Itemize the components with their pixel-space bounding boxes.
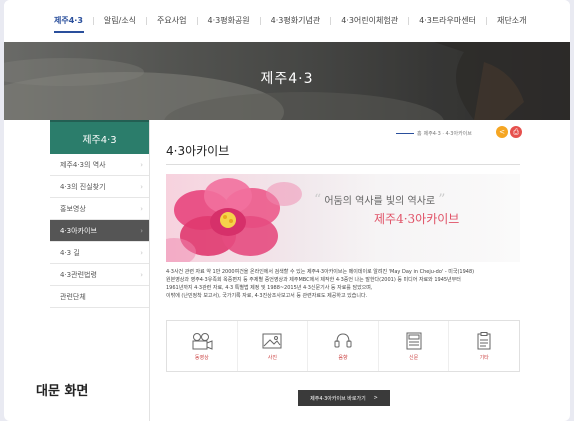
sidebar-item-laws[interactable]: 4·3관련법령 › (50, 264, 149, 286)
sidebar-heading: 제주4·3 (50, 120, 149, 154)
archive-description: 4·3사건 관련 자료 약 1만 2000여건을 온라인에서 검색할 수 있는 … (166, 268, 520, 300)
page-title: 4·3아카이브 (166, 144, 230, 158)
category-photo[interactable]: 사진 (238, 321, 309, 371)
audio-icon (334, 332, 352, 347)
chevron-right-icon: › (140, 226, 143, 235)
category-menu: 동영상 사진 음향 신문 기타 (166, 320, 520, 372)
newspaper-icon (406, 332, 422, 349)
print-icon[interactable]: ⎙ (510, 126, 522, 138)
chevron-right-icon: › (140, 182, 143, 191)
category-video[interactable]: 동영상 (167, 321, 238, 371)
chevron-right-icon: › (140, 204, 143, 213)
nav-active-underline (54, 31, 84, 33)
hero-quote: “ 어둠의 역사를 빛의 역사로 ” (314, 192, 446, 208)
archive-hero-image: “ 어둠의 역사를 빛의 역사로 ” 제주4·3아카이브 (166, 174, 520, 262)
banner-title: 제주4·3 (260, 71, 314, 87)
nav-item-peace-park[interactable]: 4·3평화공원 (187, 15, 250, 26)
chevron-right-icon: › (140, 270, 143, 279)
breadcrumb: 홈 제주4·3 · 4·3아카이브 (396, 130, 472, 137)
photo-icon (262, 333, 282, 348)
category-newspaper[interactable]: 신문 (379, 321, 450, 371)
title-divider (166, 164, 520, 165)
nav-item-jeju43[interactable]: 제주4·3 (54, 15, 83, 26)
archive-link-button[interactable]: 제주4·3아카이브 바로가기 > (298, 390, 390, 406)
nav-item-news[interactable]: 알림/소식 (83, 15, 136, 26)
nav-item-trauma-center[interactable]: 4·3트라우마센터 (398, 15, 476, 26)
nav-item-memorial-hall[interactable]: 4·3평화기념관 (250, 15, 320, 26)
sidebar-item-archive[interactable]: 4·3아카이브 › (50, 220, 149, 242)
breadcrumb-path: 제주4·3 · 4·3아카이브 (423, 131, 472, 137)
description-line: 원본영상과 영주4·3유족회 옥중편지 등 주제별 증언영상과 제주MBC에서 … (166, 277, 461, 283)
nav-item-projects[interactable]: 주요사업 (136, 15, 187, 26)
sidebar: 제주4·3 제주4·3의 역사 › 4·3의 진실찾기 › 홍보영상 › 4·3아카이… (50, 120, 150, 421)
sidebar-item-video[interactable]: 홍보영상 › (50, 198, 149, 220)
document-icon (477, 331, 491, 349)
sidebar-item-history[interactable]: 제주4·3의 역사 › (50, 154, 149, 176)
sidebar-item-trail[interactable]: 4·3 길 › (50, 242, 149, 264)
sidebar-item-truth[interactable]: 4·3의 진실찾기 › (50, 176, 149, 198)
description-line: 1961년까지 4·3관련 자료, 4·3 특별법 제정 및 1988~2015… (166, 285, 373, 291)
chevron-right-icon: › (140, 160, 143, 169)
sidebar-item-orgs[interactable]: 관련단체 (50, 286, 149, 308)
hero-banner: 제주4·3 (4, 42, 570, 120)
category-audio[interactable]: 음향 (308, 321, 379, 371)
nav-item-kids-center[interactable]: 4·3어린이체험관 (320, 15, 398, 26)
chevron-right-icon: › (140, 248, 143, 257)
nav-item-foundation[interactable]: 재단소개 (476, 15, 526, 26)
share-icon[interactable]: < (496, 126, 508, 138)
hero-subtitle: 제주4·3아카이브 (374, 212, 460, 226)
category-etc[interactable]: 기타 (449, 321, 519, 371)
top-navigation: 제주4·3 알림/소식 주요사업 4·3평화공원 4·3평화기념관 4·3어린이… (4, 0, 570, 42)
camellia-flower-image (166, 178, 302, 262)
breadcrumb-home[interactable]: 홈 (417, 130, 422, 137)
description-line: 이밖에 (난민정착 보고서), 국가기록 자료, 4·3진상조사보고서 등 관련… (166, 293, 368, 299)
chevron-right-icon: > (373, 395, 378, 401)
video-camera-icon (192, 332, 213, 350)
screen-caption: 대문 화면 (36, 384, 89, 399)
description-line: 4·3사건 관련 자료 약 1만 2000여건을 온라인에서 검색할 수 있는 … (166, 269, 475, 275)
page-frame: 제주4·3 알림/소식 주요사업 4·3평화공원 4·3평화기념관 4·3어린이… (4, 0, 570, 421)
